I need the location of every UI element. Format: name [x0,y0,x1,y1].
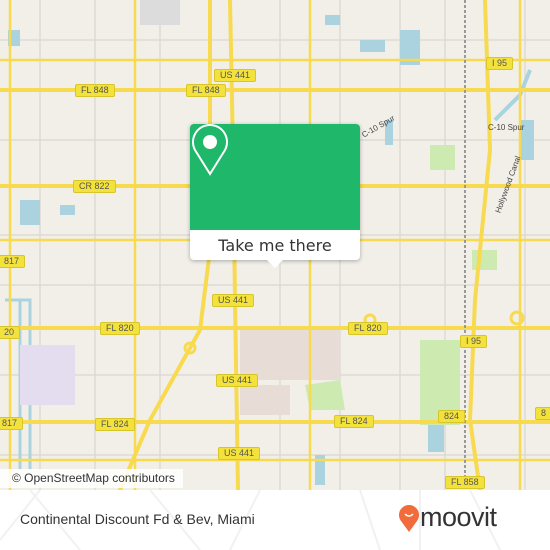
map-pin-icon [192,124,228,176]
popup-pointer [266,259,284,268]
road-shield: CR 822 [73,180,116,193]
moovit-pin-icon [399,504,419,532]
map[interactable]: US 441 FL 848 FL 848 I 95 CR 822 817 US … [0,0,550,490]
canal-label: C-10 Spur [488,123,525,132]
road-shield: FL 848 [186,84,226,97]
destination-popup: Take me there [190,124,360,268]
road-shield: 817 [0,255,26,268]
road-shield: FL 824 [95,418,135,431]
road-shield: US 441 [212,294,255,307]
popup-header [190,124,360,230]
road-shield: I 95 [486,57,514,70]
moovit-logo[interactable]: moovit [398,502,497,533]
attribution[interactable]: © OpenStreetMap contributors [0,469,183,488]
road-shield: 8 [535,407,550,420]
road-shield: US 441 [218,447,261,460]
road-shield: FL 820 [348,322,388,335]
road-shield: FL 824 [334,415,374,428]
road-shield: US 441 [214,69,257,82]
road-shield: 817 [0,417,24,430]
road-shield: FL 848 [75,84,115,97]
road-shield: FL 820 [100,322,140,335]
road-shield: 824 [438,410,466,423]
road-shield: FL 858 [445,476,485,489]
place-name: Continental Discount Fd & Bev, Miami [20,511,255,527]
brand-name: moovit [420,502,497,532]
take-me-there-button[interactable]: Take me there [190,230,360,260]
road-shield: I 95 [460,335,488,348]
road-shield: 20 [0,326,21,339]
road-shield: US 441 [216,374,259,387]
